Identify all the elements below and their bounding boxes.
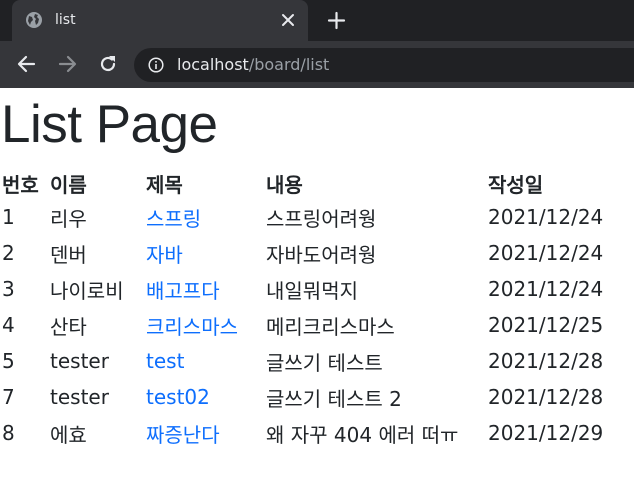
page-content: List Page 번호 이름 제목 내용 작성일 1 리우 스프링 스프링어려… bbox=[0, 88, 634, 477]
cell-name: 덴버 bbox=[50, 242, 87, 267]
cell-date: 2021/12/29 bbox=[488, 421, 604, 445]
cell-no: 2 bbox=[2, 241, 15, 265]
post-title-link[interactable]: test bbox=[146, 349, 184, 373]
board-table: 번호 이름 제목 내용 작성일 1 리우 스프링 스프링어려웡 2021/12/… bbox=[0, 167, 620, 451]
post-title-link[interactable]: 스프링 bbox=[146, 207, 201, 231]
forward-arrow-icon[interactable] bbox=[56, 53, 78, 75]
cell-title: 크리스마스 bbox=[144, 307, 264, 343]
url-host: localhost bbox=[177, 55, 249, 74]
cell-title: 짜증난다 bbox=[144, 415, 264, 451]
cell-content: 글쓰기 테스트 bbox=[266, 350, 383, 375]
url-path: /board/list bbox=[248, 55, 330, 74]
cell-date: 2021/12/24 bbox=[488, 277, 604, 301]
cell-title: test bbox=[144, 343, 264, 379]
browser-tabstrip: list bbox=[0, 0, 634, 41]
header-date: 작성일 bbox=[488, 172, 544, 197]
post-title-link[interactable]: 자바 bbox=[146, 243, 183, 267]
table-header-row: 번호 이름 제목 내용 작성일 bbox=[0, 167, 620, 199]
cell-title: 배고프다 bbox=[144, 271, 264, 307]
table-row: 7 tester test02 글쓰기 테스트 2 2021/12/28 bbox=[0, 379, 620, 415]
cell-name: 나이로비 bbox=[50, 278, 124, 303]
table-row: 3 나이로비 배고프다 내일뭐먹지 2021/12/24 bbox=[0, 271, 620, 307]
new-tab-icon[interactable] bbox=[327, 11, 346, 30]
cell-content: 왜 자꾸 404 에러 떠ㅠ bbox=[266, 422, 459, 447]
cell-name: tester bbox=[50, 349, 109, 373]
header-title: 제목 bbox=[146, 172, 183, 197]
globe-icon bbox=[26, 12, 42, 28]
cell-name: tester bbox=[50, 385, 109, 409]
table-row: 5 tester test 글쓰기 테스트 2021/12/28 bbox=[0, 343, 620, 379]
cell-date: 2021/12/24 bbox=[488, 205, 604, 229]
header-content: 내용 bbox=[266, 172, 303, 197]
cell-no: 3 bbox=[2, 277, 15, 301]
tab-title: list bbox=[55, 12, 76, 28]
table-row: 2 덴버 자바 자바도어려웡 2021/12/24 bbox=[0, 235, 620, 271]
cell-name: 산타 bbox=[50, 314, 87, 339]
table-row: 4 산타 크리스마스 메리크리스마스 2021/12/25 bbox=[0, 307, 620, 343]
info-icon[interactable] bbox=[148, 57, 164, 73]
cell-no: 5 bbox=[2, 349, 15, 373]
cell-date: 2021/12/28 bbox=[488, 349, 604, 373]
post-title-link[interactable]: test02 bbox=[146, 385, 210, 409]
table-row: 1 리우 스프링 스프링어려웡 2021/12/24 bbox=[0, 199, 620, 235]
close-tab-icon[interactable] bbox=[281, 13, 295, 27]
header-name: 이름 bbox=[50, 172, 87, 197]
cell-date: 2021/12/24 bbox=[488, 241, 604, 265]
browser-toolbar: localhost/board/list bbox=[0, 41, 634, 88]
cell-title: test02 bbox=[144, 379, 264, 415]
post-title-link[interactable]: 짜증난다 bbox=[146, 423, 220, 447]
post-title-link[interactable]: 배고프다 bbox=[146, 279, 220, 303]
cell-no: 4 bbox=[2, 313, 15, 337]
url-text[interactable]: localhost/board/list bbox=[177, 54, 329, 76]
cell-content: 메리크리스마스 bbox=[266, 314, 395, 339]
reload-icon[interactable] bbox=[97, 53, 119, 75]
cell-title: 자바 bbox=[144, 235, 264, 271]
page-title: List Page bbox=[1, 95, 218, 154]
cell-content: 스프링어려웡 bbox=[266, 206, 377, 231]
cell-no: 1 bbox=[2, 205, 15, 229]
cell-date: 2021/12/25 bbox=[488, 313, 604, 337]
cell-content: 자바도어려웡 bbox=[266, 242, 377, 267]
cell-name: 에효 bbox=[50, 422, 87, 447]
table-row: 8 에효 짜증난다 왜 자꾸 404 에러 떠ㅠ 2021/12/29 bbox=[0, 415, 620, 451]
back-arrow-icon[interactable] bbox=[16, 53, 38, 75]
cell-content: 내일뭐먹지 bbox=[266, 278, 358, 303]
header-no: 번호 bbox=[2, 172, 39, 197]
cell-no: 7 bbox=[2, 385, 15, 409]
cell-date: 2021/12/28 bbox=[488, 385, 604, 409]
cell-no: 8 bbox=[2, 421, 15, 445]
post-title-link[interactable]: 크리스마스 bbox=[146, 315, 238, 339]
cell-content: 글쓰기 테스트 2 bbox=[266, 386, 402, 411]
cell-name: 리우 bbox=[50, 206, 87, 231]
browser-tab[interactable]: list bbox=[12, 0, 308, 41]
cell-title: 스프링 bbox=[144, 199, 264, 235]
address-bar[interactable]: localhost/board/list bbox=[134, 48, 634, 82]
